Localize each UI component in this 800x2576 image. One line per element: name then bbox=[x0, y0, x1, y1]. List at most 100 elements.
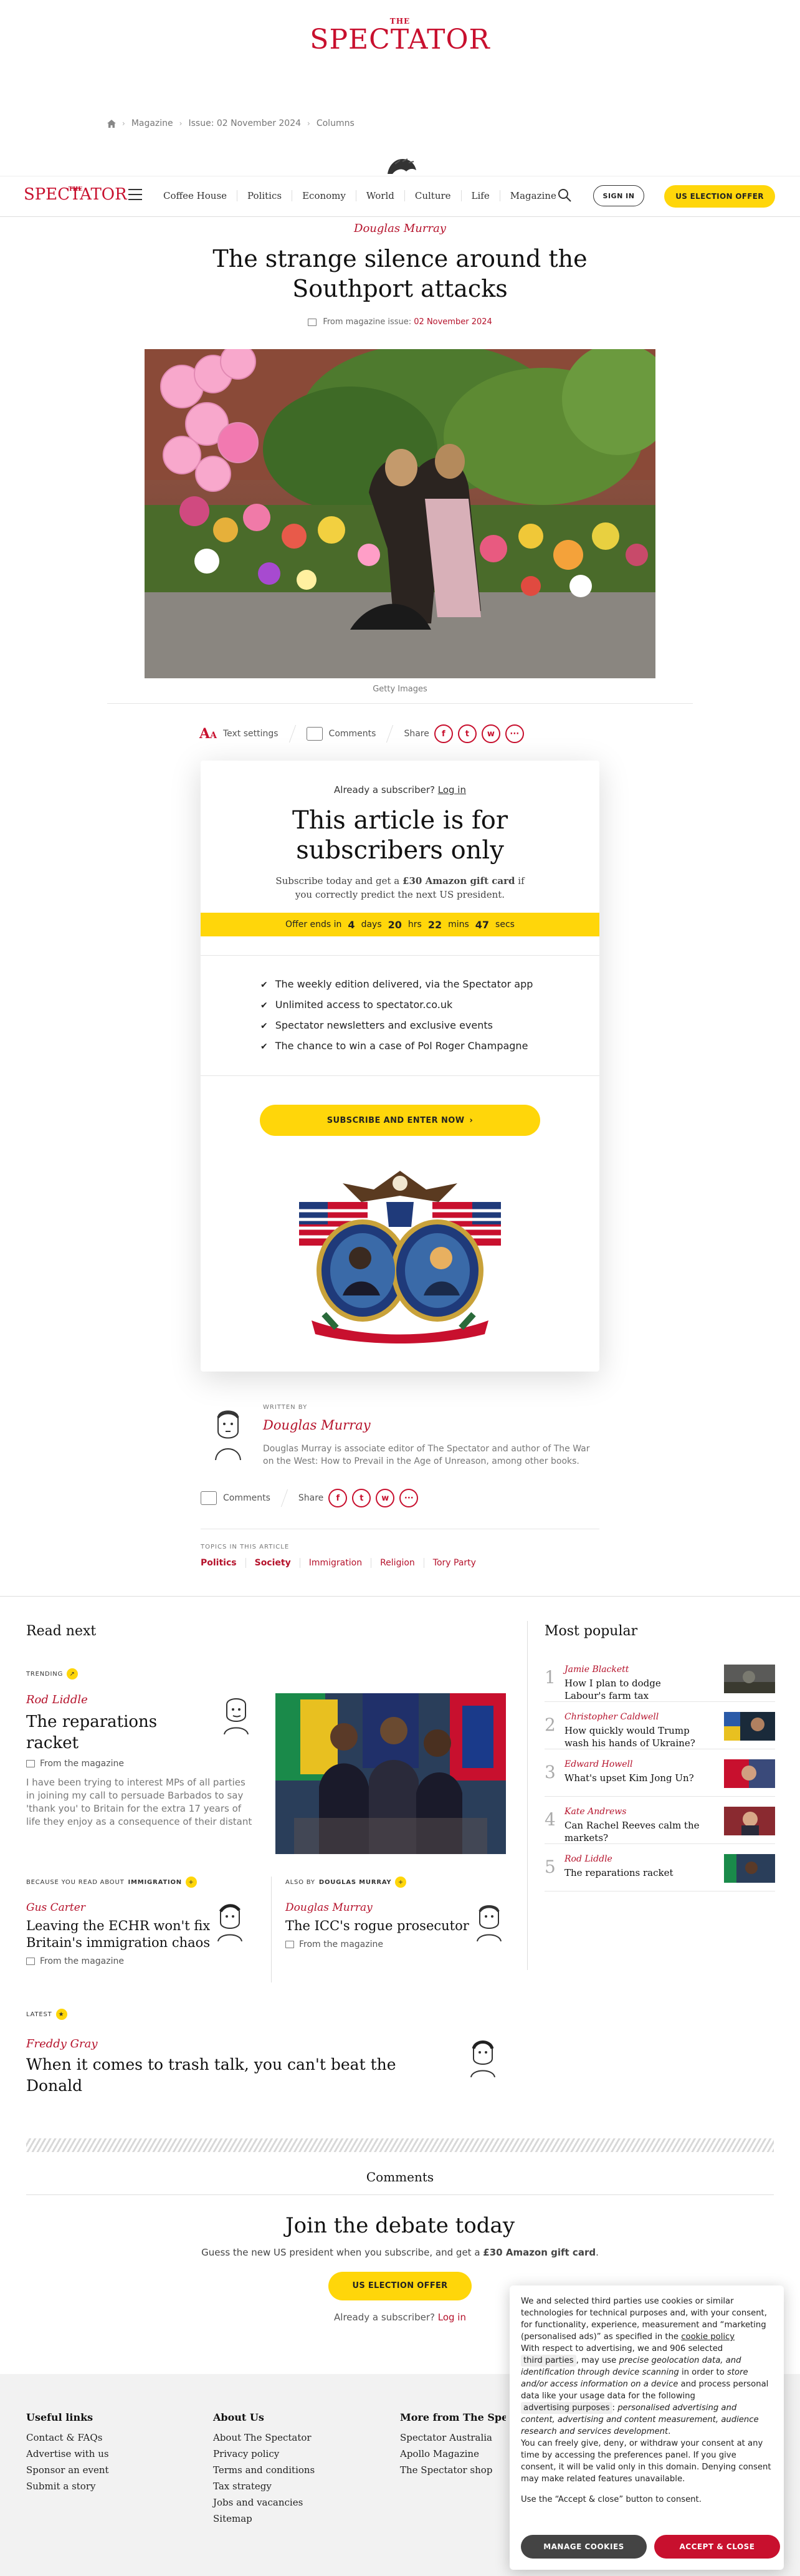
nav-link-economy[interactable]: Economy bbox=[292, 190, 356, 201]
popular-title[interactable]: The reparations racket bbox=[564, 1867, 702, 1879]
also-author-label[interactable]: DOUGLAS MURRAY bbox=[319, 1879, 392, 1886]
because-card[interactable]: BECAUSE YOU READ ABOUT IMMIGRATION + Gus… bbox=[26, 1877, 257, 1966]
popular-author[interactable]: Kate Andrews bbox=[564, 1807, 626, 1817]
footer-link[interactable]: Advertise with us bbox=[26, 2446, 109, 2462]
whatsapp-icon[interactable]: w bbox=[376, 1489, 395, 1507]
breadcrumb-columns[interactable]: Columns bbox=[317, 118, 355, 128]
section-divider bbox=[26, 2138, 774, 2152]
popular-author[interactable]: Rod Liddle bbox=[564, 1854, 612, 1864]
read-next-lead[interactable]: TRENDING ↗ Rod Liddle The reparations ra… bbox=[26, 1668, 506, 1858]
twitter-icon[interactable]: t bbox=[457, 724, 477, 743]
topic-link[interactable]: Immigration bbox=[299, 1558, 371, 1568]
comments-link[interactable]: Comments bbox=[329, 729, 376, 739]
article-author[interactable]: Douglas Murray bbox=[0, 222, 800, 235]
footer-link[interactable]: Spectator Australia bbox=[400, 2429, 506, 2446]
comment-icon[interactable] bbox=[201, 1491, 217, 1505]
us-election-offer-button[interactable]: US ELECTION OFFER bbox=[664, 185, 775, 208]
because-topic[interactable]: IMMIGRATION bbox=[128, 1879, 182, 1886]
popular-thumbnail[interactable] bbox=[724, 1665, 775, 1693]
comments-link[interactable]: Comments bbox=[223, 1493, 270, 1503]
topic-link[interactable]: Politics bbox=[201, 1558, 245, 1568]
popular-title[interactable]: How I plan to dodge Labour's farm tax bbox=[564, 1677, 702, 1702]
guess-text-2: . bbox=[596, 2247, 599, 2258]
home-icon[interactable] bbox=[107, 119, 116, 128]
because-title[interactable]: Leaving the ECHR won't fix Britain's imm… bbox=[26, 1918, 213, 1951]
footer-link[interactable]: Sitemap bbox=[213, 2511, 315, 2527]
author-name-link[interactable]: Douglas Murray bbox=[263, 1418, 371, 1433]
text-settings-label[interactable]: Text settings bbox=[223, 729, 279, 739]
subscribe-button[interactable]: SUBSCRIBE AND ENTER NOW › bbox=[260, 1105, 540, 1136]
latest-title[interactable]: When it comes to trash talk, you can't b… bbox=[26, 2054, 437, 2097]
follow-icon[interactable]: + bbox=[185, 1877, 197, 1888]
cookie-policy-link[interactable]: cookie policy bbox=[681, 2332, 735, 2342]
nav-logo[interactable]: THE SPECTATOR bbox=[24, 185, 127, 204]
offer-countdown: Offer ends in 4 days 20 hrs 22 mins 47 secs bbox=[201, 913, 599, 936]
text-settings-icon[interactable]: AA bbox=[199, 726, 217, 742]
popular-item[interactable]: 3 Edward Howell What's upset Kim Jong Un… bbox=[545, 1756, 775, 1797]
masthead-logo[interactable]: THE SPECTATOR bbox=[0, 17, 800, 55]
nav-link-coffee-house[interactable]: Coffee House bbox=[153, 190, 237, 201]
popular-thumbnail[interactable] bbox=[724, 1712, 775, 1741]
sub-text-bold: £30 Amazon gift card bbox=[402, 875, 515, 887]
accept-close-button[interactable]: ACCEPT & CLOSE bbox=[654, 2535, 780, 2559]
footer-link[interactable]: Privacy policy bbox=[213, 2446, 315, 2462]
nav-link-magazine[interactable]: Magazine bbox=[499, 190, 566, 201]
also-by-card[interactable]: ALSO BY DOUGLAS MURRAY + Douglas Murray … bbox=[285, 1877, 506, 1949]
footer-link[interactable]: Contact & FAQs bbox=[26, 2429, 109, 2446]
popular-thumbnail[interactable] bbox=[724, 1759, 775, 1788]
popular-item[interactable]: 5 Rod Liddle The reparations racket bbox=[545, 1850, 775, 1891]
nav-link-world[interactable]: World bbox=[355, 190, 404, 201]
comment-icon[interactable] bbox=[306, 727, 323, 741]
sign-in-button[interactable]: SIGN IN bbox=[593, 185, 644, 206]
hero-caption: Getty Images bbox=[373, 685, 427, 694]
whatsapp-icon[interactable]: w bbox=[481, 724, 500, 743]
popular-author[interactable]: Jamie Blackett bbox=[564, 1665, 629, 1675]
advertising-purposes-link[interactable]: advertising purposes bbox=[521, 2402, 612, 2414]
lead-title[interactable]: The reparations racket bbox=[26, 1711, 176, 1754]
latest-card[interactable]: LATEST ★ Freddy Gray When it comes to tr… bbox=[26, 2009, 506, 2097]
issue-date-link[interactable]: 02 November 2024 bbox=[414, 317, 492, 327]
nav-link-culture[interactable]: Culture bbox=[404, 190, 461, 201]
footer-link[interactable]: Apollo Magazine bbox=[400, 2446, 506, 2462]
facebook-icon[interactable]: f bbox=[328, 1489, 348, 1507]
login-link[interactable]: Log in bbox=[438, 784, 466, 795]
popular-thumbnail[interactable] bbox=[724, 1807, 775, 1835]
more-share-icon[interactable]: ··· bbox=[505, 724, 524, 743]
footer-link[interactable]: Jobs and vacancies bbox=[213, 2494, 315, 2511]
breadcrumb-magazine[interactable]: Magazine bbox=[131, 118, 173, 128]
lead-image[interactable] bbox=[275, 1693, 506, 1854]
us-election-offer-button[interactable]: US ELECTION OFFER bbox=[328, 2272, 472, 2300]
login-link[interactable]: Log in bbox=[438, 2312, 466, 2323]
twitter-icon[interactable]: t bbox=[352, 1489, 371, 1507]
benefit-item: The weekly edition delivered, via the Sp… bbox=[260, 974, 599, 995]
more-share-icon[interactable]: ··· bbox=[399, 1489, 419, 1507]
topic-link[interactable]: Tory Party bbox=[423, 1558, 485, 1568]
footer-link[interactable]: Tax strategy bbox=[213, 2478, 315, 2494]
popular-title[interactable]: How quickly would Trump wash his hands o… bbox=[564, 1724, 702, 1749]
topic-link[interactable]: Religion bbox=[371, 1558, 424, 1568]
footer-link[interactable]: Submit a story bbox=[26, 2478, 109, 2494]
breadcrumb-issue[interactable]: Issue: 02 November 2024 bbox=[188, 118, 301, 128]
popular-title[interactable]: Can Rachel Reeves calm the markets? bbox=[564, 1819, 702, 1844]
popular-title[interactable]: What's upset Kim Jong Un? bbox=[564, 1772, 702, 1784]
topic-link[interactable]: Society bbox=[245, 1558, 300, 1568]
footer-link[interactable]: About The Spectator bbox=[213, 2429, 315, 2446]
popular-thumbnail[interactable] bbox=[724, 1854, 775, 1883]
nav-link-politics[interactable]: Politics bbox=[237, 190, 292, 201]
footer-link[interactable]: Sponsor an event bbox=[26, 2462, 109, 2478]
popular-author[interactable]: Edward Howell bbox=[564, 1759, 632, 1769]
latest-author[interactable]: Freddy Gray bbox=[26, 2037, 506, 2050]
follow-icon[interactable]: + bbox=[395, 1877, 407, 1888]
third-parties-link[interactable]: third parties bbox=[521, 2355, 576, 2367]
popular-author[interactable]: Christopher Caldwell bbox=[564, 1712, 659, 1722]
facebook-icon[interactable]: f bbox=[434, 724, 453, 743]
footer-link[interactable]: The Spectator shop bbox=[400, 2462, 506, 2478]
popular-item[interactable]: 2 Christopher Caldwell How quickly would… bbox=[545, 1708, 775, 1749]
search-icon[interactable] bbox=[557, 188, 572, 203]
popular-item[interactable]: 4 Kate Andrews Can Rachel Reeves calm th… bbox=[545, 1803, 775, 1844]
footer-link[interactable]: Terms and conditions bbox=[213, 2462, 315, 2478]
manage-cookies-button[interactable]: MANAGE COOKIES bbox=[521, 2535, 647, 2559]
nav-link-life[interactable]: Life bbox=[460, 190, 500, 201]
menu-icon[interactable] bbox=[128, 189, 142, 200]
popular-item[interactable]: 1 Jamie Blackett How I plan to dodge Lab… bbox=[545, 1661, 775, 1702]
